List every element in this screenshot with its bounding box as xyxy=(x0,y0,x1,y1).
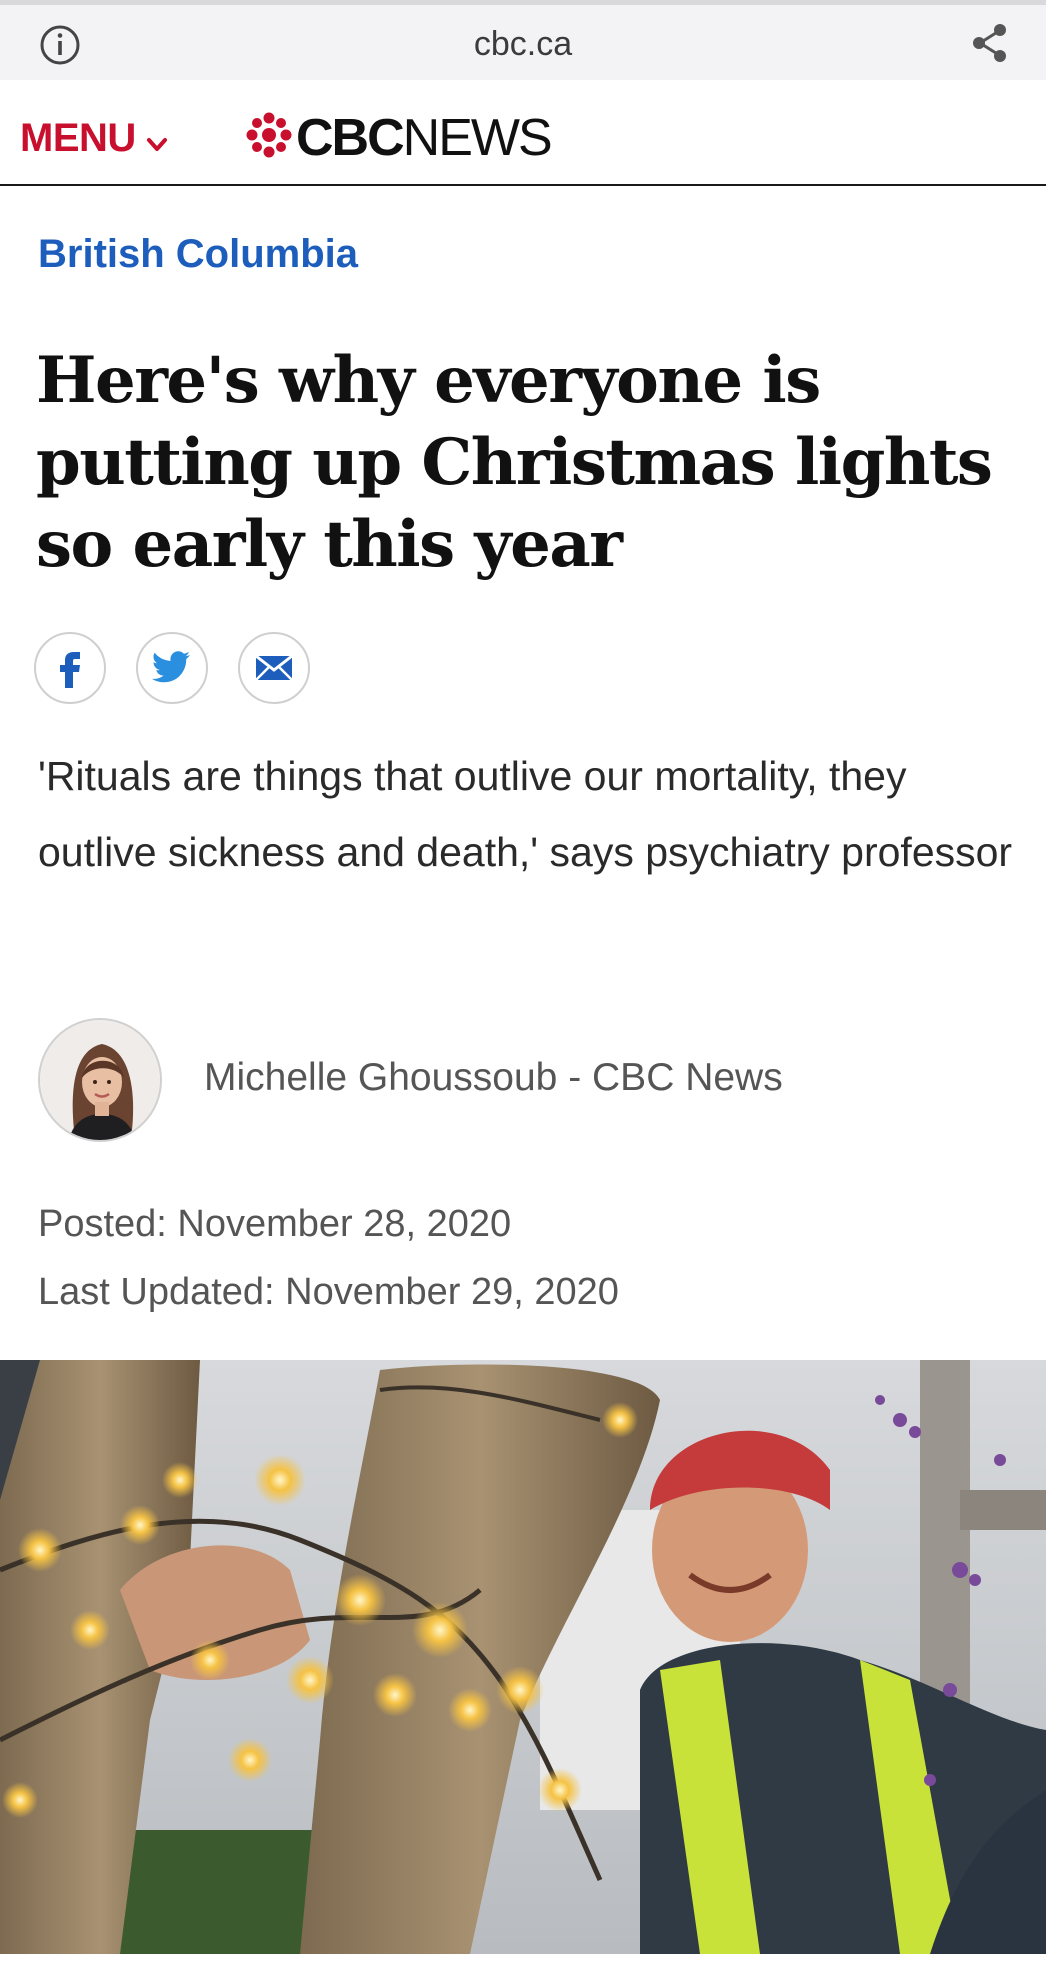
menu-label: MENU xyxy=(20,116,136,160)
author-name[interactable]: Michelle Ghoussoub - CBC News xyxy=(204,1056,783,1100)
logo-news: NEWS xyxy=(402,109,553,167)
article-deck: 'Rituals are things that outlive our mor… xyxy=(38,753,1013,875)
cbc-gem-icon xyxy=(246,112,292,158)
hero-image[interactable] xyxy=(0,1360,1046,1954)
facebook-icon xyxy=(60,652,80,688)
twitter-share-button[interactable] xyxy=(136,632,208,704)
menu-button[interactable]: MENU xyxy=(20,116,168,163)
url-domain[interactable]: cbc.ca xyxy=(0,25,1046,64)
browser-url-bar: cbc.ca xyxy=(0,0,1046,80)
posted-date: Posted: November 28, 2020 xyxy=(38,1203,512,1245)
section-link[interactable]: British Columbia xyxy=(38,232,358,277)
updated-date: Last Updated: November 29, 2020 xyxy=(38,1271,619,1313)
twitter-icon xyxy=(152,651,190,683)
logo-cbc: CBC xyxy=(296,109,405,167)
chevron-down-icon xyxy=(146,118,168,163)
article-dates: Posted: November 28, 2020 Last Updated: … xyxy=(38,1190,619,1326)
facebook-share-button[interactable] xyxy=(34,632,106,704)
site-header: MENU CBCNEWS xyxy=(0,80,1046,186)
email-icon xyxy=(255,654,293,681)
author-avatar[interactable] xyxy=(38,1018,162,1142)
email-share-button[interactable] xyxy=(238,632,310,704)
share-icon[interactable] xyxy=(968,21,1012,65)
article-headline: Here's why everyone is putting up Christ… xyxy=(36,343,993,582)
